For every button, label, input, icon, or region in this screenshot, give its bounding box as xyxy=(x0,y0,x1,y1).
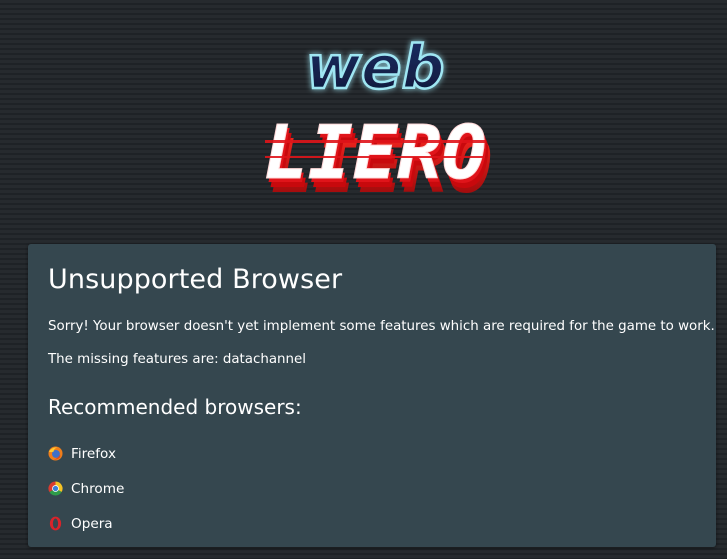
browser-label-chrome: Chrome xyxy=(71,480,125,497)
firefox-icon xyxy=(48,446,63,461)
logo-web-text: web xyxy=(305,33,444,103)
opera-icon xyxy=(48,516,63,531)
browser-list: Firefox Chrome Opera xyxy=(48,436,124,541)
unsupported-message: Sorry! Your browser doesn't yet implemen… xyxy=(48,319,715,334)
page-title: Unsupported Browser xyxy=(48,264,343,295)
browser-link-chrome[interactable]: Chrome xyxy=(48,471,124,506)
web-liero-logo: web LIERO LIERO LIERO LIERO xyxy=(225,28,525,218)
browser-link-firefox[interactable]: Firefox xyxy=(48,436,124,471)
browser-label-firefox: Firefox xyxy=(71,445,116,462)
browser-label-opera: Opera xyxy=(71,515,113,532)
chrome-icon xyxy=(48,481,63,496)
missing-features-text: The missing features are: datachannel xyxy=(48,352,306,367)
recommended-browsers-heading: Recommended browsers: xyxy=(48,395,302,419)
browser-link-opera[interactable]: Opera xyxy=(48,506,124,541)
logo-liero-text: LIERO xyxy=(264,110,487,196)
unsupported-browser-panel: Unsupported Browser Sorry! Your browser … xyxy=(28,244,716,547)
